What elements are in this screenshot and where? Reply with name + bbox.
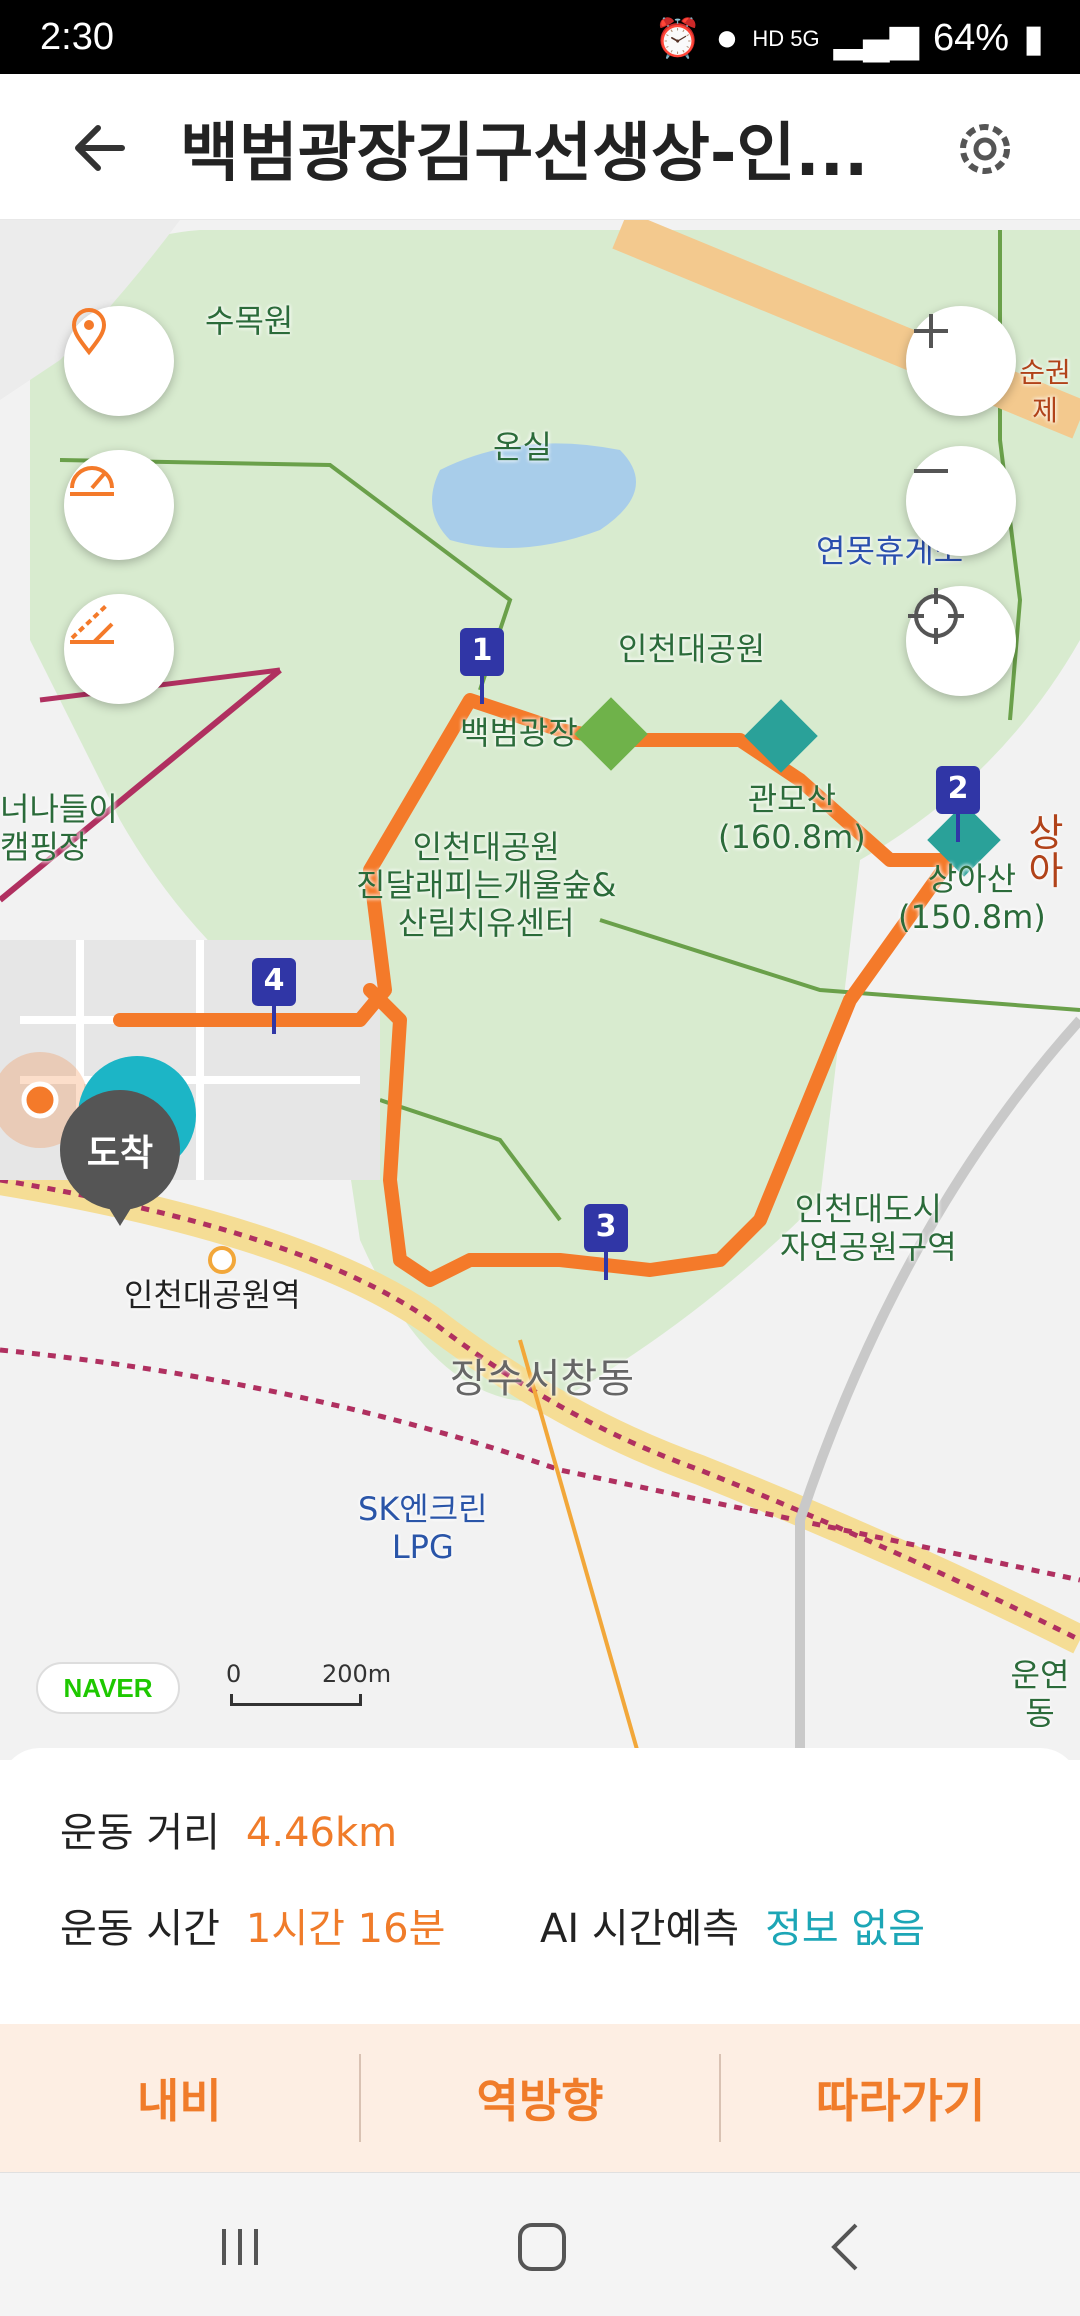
status-time: 2:30 xyxy=(40,16,114,58)
map-label-baekbeom: 백범광장 xyxy=(460,714,578,752)
recent-apps-icon[interactable] xyxy=(210,2217,270,2277)
map-label-sumokwon: 수목원 xyxy=(205,302,294,340)
naver-logo: NAVER xyxy=(36,1662,180,1714)
map-label-camping: 너나들이 캠핑장 xyxy=(0,790,118,866)
back-arrow-icon[interactable] xyxy=(70,118,130,178)
navi-button[interactable]: 내비 xyxy=(0,2054,361,2142)
app-header: 백범광장김구선생상-인... xyxy=(0,74,1080,220)
location-pin-button[interactable] xyxy=(64,306,174,416)
time-label: 운동 시간 xyxy=(60,1906,220,1952)
distance-label: 운동 거리 xyxy=(60,1810,220,1856)
system-nav-bar xyxy=(0,2172,1080,2316)
battery-icon: ▮ xyxy=(1023,18,1044,60)
action-bar: 내비 역방향 따라가기 xyxy=(0,2024,1080,2172)
page-title: 백범광장김구선생상-인... xyxy=(180,117,869,191)
network-indicator: HD 5G xyxy=(752,25,820,51)
waypoint-marker-1[interactable]: 1 xyxy=(460,628,504,704)
map-label-top-right: 순권제 xyxy=(1019,356,1071,427)
speedometer-icon xyxy=(70,466,114,496)
map-label-woonyeon: 운연동 xyxy=(1010,1656,1070,1732)
map-label-nature-park: 인천대도시 자연공원구역 xyxy=(780,1190,957,1266)
follow-button[interactable]: 따라가기 xyxy=(721,2054,1080,2142)
map-label-incheon-park: 인천대공원 xyxy=(618,630,766,668)
minus-icon xyxy=(914,469,948,473)
elevation-icon xyxy=(70,602,114,644)
location-pin-icon xyxy=(71,308,107,356)
zoom-in-button[interactable] xyxy=(906,306,1016,416)
reverse-button[interactable]: 역방향 xyxy=(361,2054,722,2142)
time-value: 1시간 16분 xyxy=(245,1906,446,1952)
elevation-button[interactable] xyxy=(64,594,174,704)
waypoint-marker-2[interactable]: 2 xyxy=(936,766,980,842)
distance-stat: 운동 거리 4.46km xyxy=(60,1800,397,1858)
zoom-out-button[interactable] xyxy=(906,446,1016,556)
crosshair-icon xyxy=(908,588,964,644)
gear-icon[interactable] xyxy=(950,114,1020,184)
map-label-onsil: 온실 xyxy=(493,428,552,466)
speedometer-button[interactable] xyxy=(64,450,174,560)
map-label-district: 장수서창동 xyxy=(450,1356,634,1402)
waypoint-marker-3[interactable]: 3 xyxy=(584,1204,628,1280)
waypoint-marker-4[interactable]: 4 xyxy=(252,958,296,1034)
alarm-icon: ⏰ xyxy=(654,17,702,60)
location-icon: ● xyxy=(715,17,739,59)
status-icons: ⏰ ● HD 5G ▂▄▆ 64% ▮ xyxy=(654,16,1044,61)
ai-prediction-label: AI 시간예측 xyxy=(540,1906,740,1952)
distance-value: 4.46km xyxy=(245,1810,398,1856)
battery-level: 64% xyxy=(933,17,1010,59)
map-view[interactable]: 수목원 온실 연못휴게소 인천대공원 백범광장 관모산 (160.8m) 상아산(… xyxy=(0,220,1080,1760)
ai-prediction-value: 정보 없음 xyxy=(765,1906,925,1952)
signal-icon: ▂▄▆ xyxy=(833,18,920,60)
ai-prediction-stat: AI 시간예측 정보 없음 xyxy=(540,1896,925,1954)
stats-panel: 운동 거리 4.46km 운동 시간 1시간 16분 AI 시간예측 정보 없음 xyxy=(0,1748,1080,2024)
map-scale: 0 200m xyxy=(226,1660,396,1720)
map-label-park-center: 인천대공원 진달래피는개울숲& 산림치유센터 xyxy=(356,828,617,942)
scale-distance-label: 200m xyxy=(322,1660,392,1688)
home-icon[interactable] xyxy=(512,2217,572,2277)
scale-zero-label: 0 xyxy=(226,1660,242,1688)
status-bar: 2:30 ⏰ ● HD 5G ▂▄▆ 64% ▮ xyxy=(0,0,1080,74)
map-label-gwanmosan: 관모산 (160.8m) xyxy=(718,780,866,856)
arrive-marker[interactable]: 도착 xyxy=(60,1090,180,1226)
map-label-gas-station: SK엔크린 LPG xyxy=(358,1490,488,1566)
back-icon[interactable] xyxy=(816,2217,876,2277)
map-label-station: 인천대공원역 xyxy=(124,1276,301,1314)
my-location-button[interactable] xyxy=(906,586,1016,696)
time-stat: 운동 시간 1시간 16분 xyxy=(60,1896,445,1954)
map-label-sanga-right: 상아 xyxy=(1028,811,1064,893)
plus-icon xyxy=(914,314,948,348)
